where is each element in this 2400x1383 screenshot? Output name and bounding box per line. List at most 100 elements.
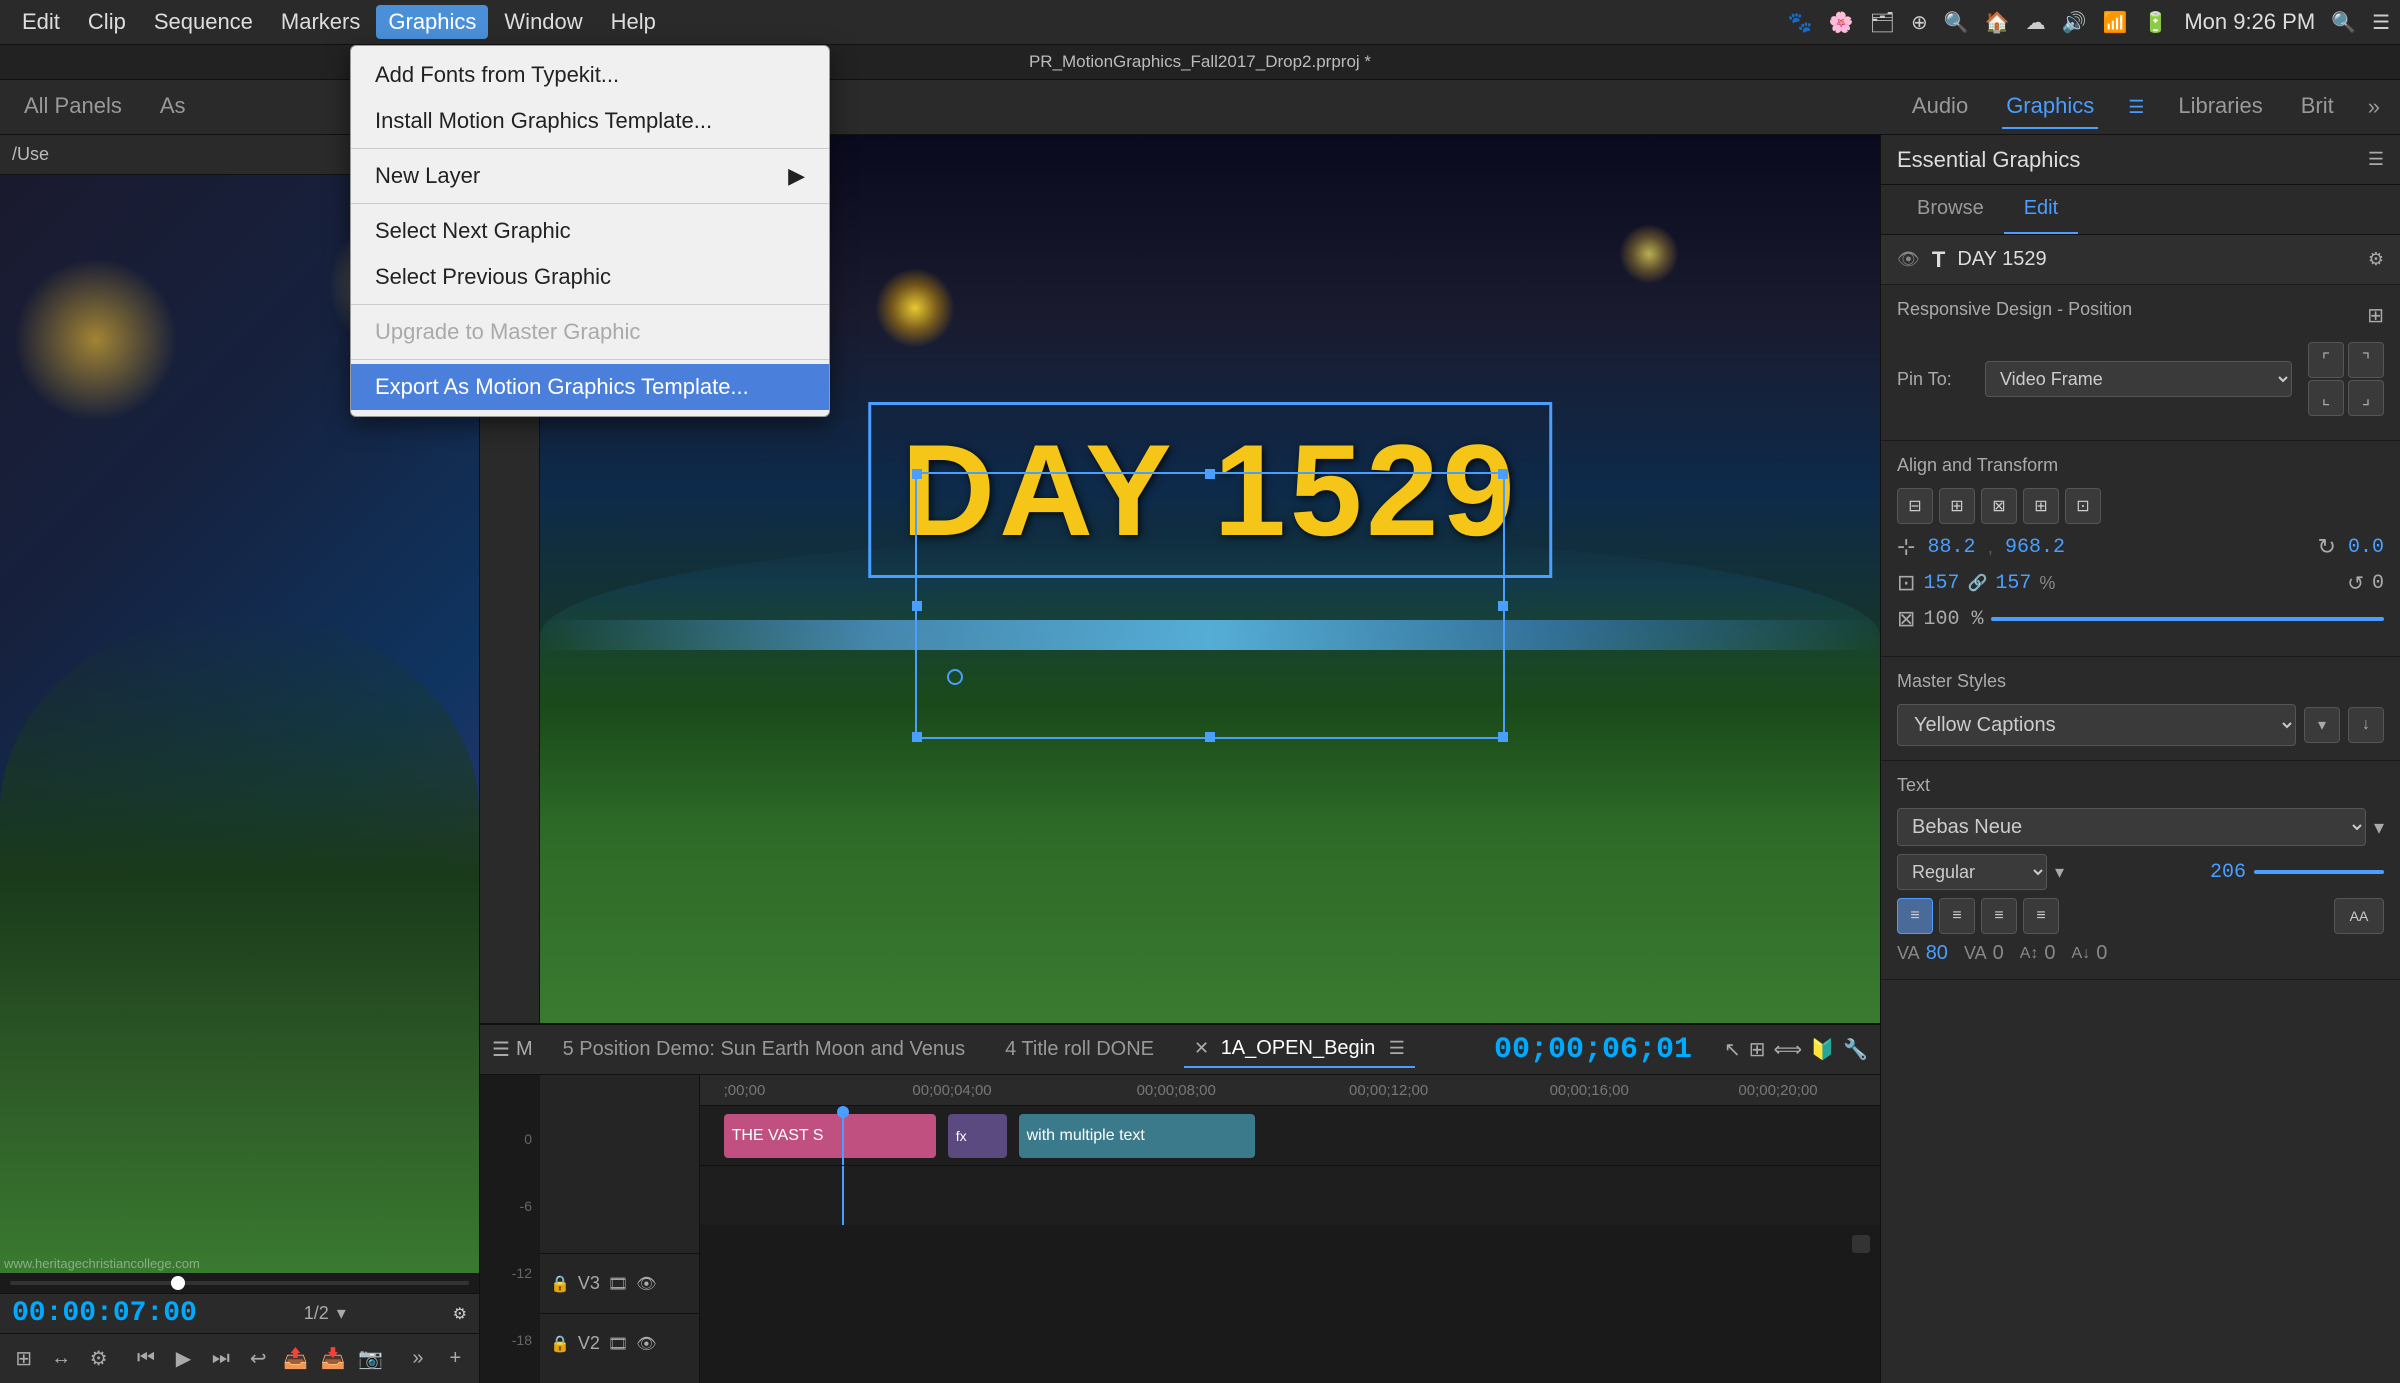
- ctrl-prev-icon[interactable]: ⏮: [132, 1341, 159, 1377]
- font-select[interactable]: Bebas Neue: [1897, 808, 2366, 846]
- menu-search-icon[interactable]: 🔍: [2331, 10, 2356, 35]
- tl-tool-slip[interactable]: 🔰: [1810, 1037, 1835, 1062]
- ctrl-export-icon[interactable]: 📤: [282, 1341, 309, 1377]
- leading-val[interactable]: 0: [2044, 942, 2055, 965]
- dropdown-add-fonts[interactable]: Add Fonts from Typekit...: [351, 52, 829, 98]
- tab-more[interactable]: »: [2368, 94, 2380, 120]
- ctrl-import-icon[interactable]: 📥: [319, 1341, 346, 1377]
- timeline-tab-menu-icon[interactable]: ☰ M: [492, 1037, 533, 1062]
- pos-y[interactable]: 968.2: [2005, 536, 2065, 559]
- ctrl-play-icon[interactable]: ▶: [170, 1341, 197, 1377]
- scale-link-icon[interactable]: 🔗: [1967, 573, 1987, 593]
- tab-all-panels[interactable]: All Panels: [20, 85, 126, 129]
- pin-to-select[interactable]: Video Frame: [1985, 361, 2292, 397]
- ctrl-add-icon[interactable]: +: [442, 1341, 469, 1377]
- v2-lock[interactable]: 🔒: [550, 1334, 570, 1354]
- eg-tab-edit[interactable]: Edit: [2004, 185, 2078, 234]
- ctrl-grid-icon[interactable]: ⊞: [10, 1341, 37, 1377]
- menu-window[interactable]: Window: [492, 5, 594, 39]
- master-style-apply-btn[interactable]: ↓: [2348, 707, 2384, 743]
- menu-hamburger-icon[interactable]: ☰: [2372, 10, 2390, 35]
- timeline-tab-2[interactable]: 4 Title roll DONE: [995, 1032, 1164, 1067]
- layer-settings-icon[interactable]: ⚙: [2368, 249, 2384, 270]
- anchor-point[interactable]: [947, 669, 963, 685]
- align-right-icon[interactable]: ⊠: [1981, 488, 2017, 524]
- dropdown-install-template[interactable]: Install Motion Graphics Template...: [351, 98, 829, 144]
- opacity-val[interactable]: 100 %: [1923, 608, 1983, 631]
- align-top-icon[interactable]: ⊞: [2023, 488, 2059, 524]
- scale-h[interactable]: 157: [1995, 572, 2031, 595]
- menu-edit[interactable]: Edit: [10, 5, 72, 39]
- menu-sequence[interactable]: Sequence: [142, 5, 265, 39]
- settings-icon[interactable]: ⚙: [453, 1304, 467, 1324]
- ctrl-settings-icon[interactable]: ⚙: [85, 1341, 112, 1377]
- layer-vis-icon[interactable]: 👁: [1897, 249, 1920, 270]
- pin-tc[interactable]: ⌝: [2348, 342, 2384, 378]
- eg-tab-browse[interactable]: Browse: [1897, 185, 2004, 234]
- timeline-tab-1[interactable]: 5 Position Demo: Sun Earth Moon and Venu…: [553, 1032, 975, 1067]
- tab-graphics[interactable]: Graphics: [2002, 85, 2098, 129]
- ctrl-more-icon[interactable]: »: [404, 1341, 431, 1377]
- ta-right[interactable]: ≡: [1981, 898, 2017, 934]
- align-center-icon[interactable]: ⊞: [1939, 488, 1975, 524]
- font-size-val[interactable]: 206: [2210, 861, 2246, 884]
- left-zoom-control[interactable]: 1/2 ▾: [304, 1303, 346, 1324]
- ta-center[interactable]: ≡: [1939, 898, 1975, 934]
- tl-tool-ripple[interactable]: ⊞: [1749, 1037, 1766, 1062]
- rd-icon[interactable]: ⊞: [2367, 303, 2384, 328]
- master-style-arrow-down[interactable]: ▾: [2304, 707, 2340, 743]
- tab-libraries[interactable]: Libraries: [2174, 85, 2266, 129]
- font-expand-icon[interactable]: ▾: [2374, 815, 2384, 840]
- clip-vast[interactable]: THE VAST S: [724, 1114, 936, 1158]
- font-size-slider[interactable]: [2254, 870, 2384, 874]
- v3-eye[interactable]: 👁: [636, 1274, 656, 1294]
- dropdown-export-template[interactable]: Export As Motion Graphics Template...: [351, 364, 829, 410]
- v2-eye[interactable]: 👁: [636, 1334, 656, 1354]
- align-middle-icon[interactable]: ⊡: [2065, 488, 2101, 524]
- rotation-val[interactable]: 0.0: [2348, 536, 2384, 559]
- tracking-val[interactable]: 0: [1993, 942, 2004, 965]
- clip-multiple-text[interactable]: with multiple text: [1019, 1114, 1255, 1158]
- menu-graphics[interactable]: Graphics: [376, 5, 488, 39]
- dropdown-select-prev[interactable]: Select Previous Graphic: [351, 254, 829, 300]
- kerning-val[interactable]: 80: [1926, 942, 1948, 965]
- tl-tool-select[interactable]: ↖: [1724, 1037, 1741, 1062]
- ta-left[interactable]: ≡: [1897, 898, 1933, 934]
- menu-help[interactable]: Help: [599, 5, 668, 39]
- dropdown-select-next[interactable]: Select Next Graphic: [351, 208, 829, 254]
- font-style-expand[interactable]: ▾: [2055, 862, 2064, 883]
- baseline-val[interactable]: 0: [2096, 942, 2107, 965]
- dropdown-new-layer[interactable]: New Layer ▶: [351, 153, 829, 199]
- tl-tool-roll[interactable]: ⟺: [1774, 1037, 1803, 1062]
- ta-justify[interactable]: ≡: [2023, 898, 2059, 934]
- ctrl-next-icon[interactable]: ⏭: [207, 1341, 234, 1377]
- align-left-icon[interactable]: ⊟: [1897, 488, 1933, 524]
- pin-bc[interactable]: ⌟: [2348, 380, 2384, 416]
- pin-tl[interactable]: ⌜: [2308, 342, 2344, 378]
- tab3-menu-icon[interactable]: ☰: [1389, 1038, 1405, 1058]
- v3-film[interactable]: 🎞: [608, 1274, 628, 1294]
- timeline-tab-3[interactable]: ✕ 1A_OPEN_Begin ☰: [1184, 1031, 1415, 1068]
- ctrl-camera-icon[interactable]: 📷: [357, 1341, 384, 1377]
- eg-menu-icon[interactable]: ☰: [2368, 149, 2384, 170]
- menu-markers[interactable]: Markers: [269, 5, 372, 39]
- tab-brit[interactable]: Brit: [2297, 85, 2338, 129]
- v2-film[interactable]: 🎞: [608, 1334, 628, 1354]
- pos-x[interactable]: 88.2: [1927, 536, 1975, 559]
- scale-reset-icon[interactable]: ↺: [2347, 571, 2364, 596]
- menu-clip[interactable]: Clip: [76, 5, 138, 39]
- tl-tool-wrench[interactable]: 🔧: [1843, 1037, 1868, 1062]
- ctrl-loop-icon[interactable]: ↩: [245, 1341, 272, 1377]
- tab-as[interactable]: As: [156, 85, 190, 129]
- clip-fx[interactable]: fx: [948, 1114, 1007, 1158]
- tab-audio[interactable]: Audio: [1908, 85, 1972, 129]
- layer-name[interactable]: DAY 1529: [1957, 248, 2046, 271]
- pin-bl[interactable]: ⌞: [2308, 380, 2344, 416]
- opacity-slider[interactable]: [1991, 617, 2384, 621]
- master-style-select[interactable]: Yellow Captions: [1897, 704, 2296, 746]
- day-text-overlay[interactable]: DAY 1529: [868, 402, 1552, 578]
- ctrl-arrows-icon[interactable]: ↔: [47, 1341, 74, 1377]
- zoom-down-icon[interactable]: ▾: [337, 1303, 346, 1324]
- left-scrubber-handle[interactable]: [171, 1276, 185, 1290]
- graphics-menu-icon[interactable]: ☰: [2128, 97, 2144, 118]
